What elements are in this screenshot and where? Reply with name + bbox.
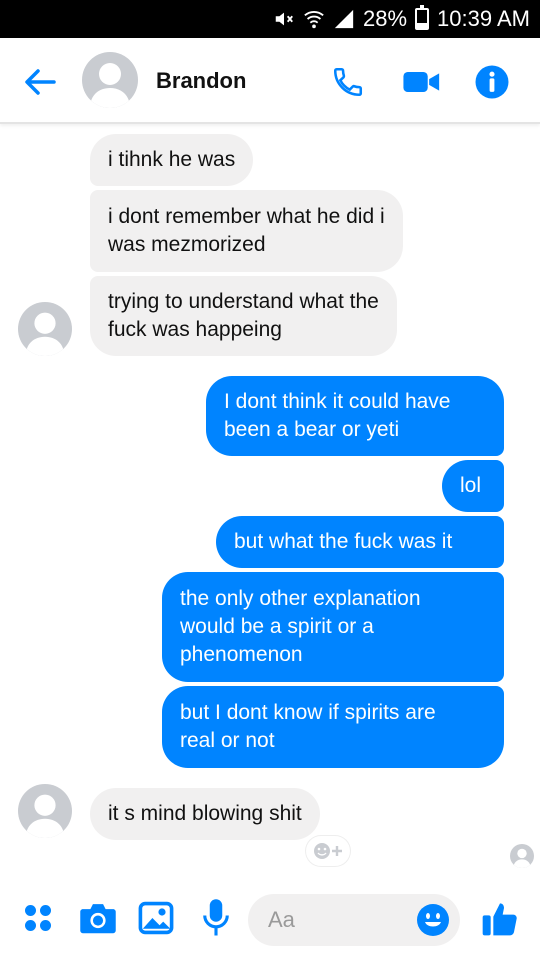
message-text: trying to understand what the fuck was h…	[108, 290, 379, 341]
image-icon	[138, 901, 174, 935]
signal-icon	[334, 9, 354, 29]
default-avatar-icon	[25, 794, 65, 838]
message-composer	[0, 874, 540, 960]
clock: 10:39 AM	[437, 6, 530, 31]
thumbs-up-icon	[482, 903, 517, 936]
message-bubble-outgoing[interactable]: but I dont know if spirits are real or n…	[162, 686, 504, 768]
message-text: i dont remember what he did i was mezmor…	[108, 205, 385, 256]
message-bubble-incoming[interactable]: trying to understand what the fuck was h…	[90, 276, 397, 356]
wifi-icon	[304, 10, 324, 29]
default-avatar-icon	[513, 848, 531, 868]
microphone-icon	[203, 899, 229, 936]
like-button[interactable]	[478, 896, 522, 940]
message-text: I dont think it could have been a bear o…	[224, 390, 451, 441]
message-bubble-incoming[interactable]: i tihnk he was	[90, 134, 254, 186]
contact-avatar[interactable]	[82, 52, 138, 108]
message-text: but what the fuck was it	[234, 530, 453, 553]
info-icon	[475, 65, 509, 99]
battery-fill	[417, 22, 428, 28]
message-input-container[interactable]	[248, 894, 460, 946]
smiley-icon[interactable]	[416, 903, 450, 937]
message-text: the only other explanation would be a sp…	[180, 587, 421, 666]
video-camera-icon	[403, 72, 440, 92]
default-avatar-icon	[25, 312, 65, 356]
arrow-left-icon[interactable]	[20, 62, 60, 102]
message-input[interactable]	[268, 906, 418, 934]
video-call-button[interactable]	[400, 60, 444, 104]
more-actions-button[interactable]	[16, 896, 60, 940]
message-text: i tihnk he was	[108, 148, 236, 171]
message-bubble-incoming[interactable]: i dont remember what he did i was mezmor…	[90, 190, 403, 272]
message-bubble-outgoing[interactable]: the only other explanation would be a sp…	[162, 572, 504, 682]
status-bar: 28% 10:39 AM	[0, 0, 540, 38]
seen-indicator-avatar	[510, 844, 534, 868]
add-reaction-icon	[314, 843, 342, 859]
battery-percent: 28%	[363, 6, 408, 31]
camera-icon	[80, 904, 116, 934]
gallery-button[interactable]	[134, 896, 178, 940]
message-text: lol	[460, 474, 482, 497]
camera-button[interactable]	[76, 896, 120, 940]
message-bubble-outgoing[interactable]: lol	[442, 460, 504, 512]
microphone-button[interactable]	[194, 896, 238, 940]
battery-icon	[415, 5, 430, 30]
sender-avatar[interactable]	[18, 784, 72, 838]
conversation-header: Brandon	[0, 38, 540, 124]
message-thread[interactable]: i tihnk he was i dont remember what he d…	[0, 124, 540, 874]
contact-name[interactable]: Brandon	[156, 68, 246, 94]
info-button[interactable]	[470, 60, 514, 104]
add-reaction-button[interactable]	[306, 836, 350, 866]
message-bubble-outgoing[interactable]: but what the fuck was it	[216, 516, 504, 568]
phone-icon	[333, 67, 363, 97]
mute-icon	[275, 12, 293, 26]
sender-avatar[interactable]	[18, 302, 72, 356]
four-dots-icon	[25, 905, 51, 931]
message-text: but I dont know if spirits are real or n…	[180, 701, 436, 752]
message-bubble-outgoing[interactable]: I dont think it could have been a bear o…	[206, 376, 504, 456]
call-button[interactable]	[326, 60, 370, 104]
message-text: it s mind blowing shit	[108, 802, 302, 825]
status-bar-indicators: 28% 10:39 AM	[273, 0, 530, 38]
message-bubble-incoming[interactable]: it s mind blowing shit	[90, 788, 320, 840]
default-avatar-icon	[90, 63, 130, 108]
